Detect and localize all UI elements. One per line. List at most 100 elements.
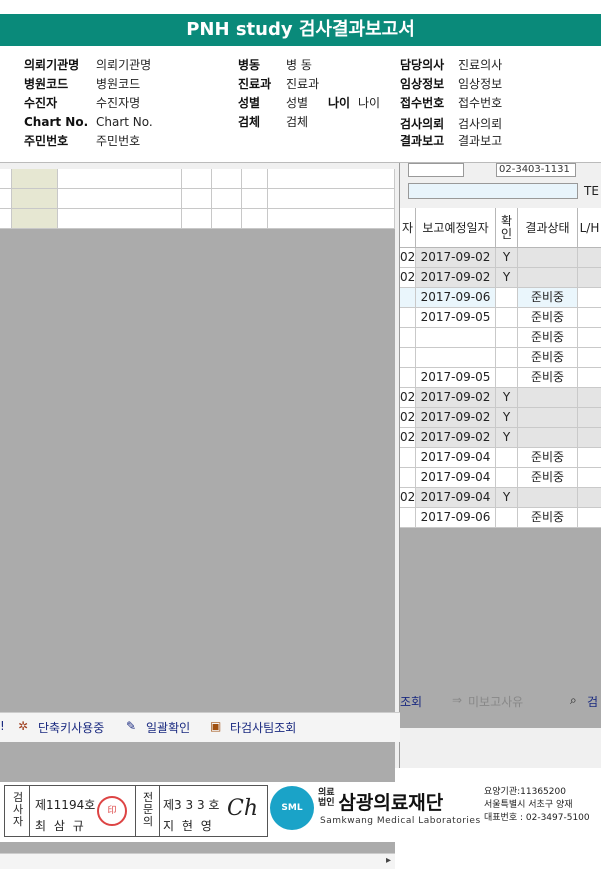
unreported-icon: ⇒ (452, 693, 463, 707)
search-button[interactable]: 검 (587, 693, 598, 710)
info-sex: 성별 성별 나이 나이 (238, 96, 381, 110)
table-row[interactable]: 02 2017-09-02 Y (400, 388, 601, 408)
cell-confirm: Y (496, 268, 518, 288)
org-name-block: 의료 법인 삼광의료재단 Samkwang Medical Laboratorie… (318, 788, 480, 826)
table-row[interactable]: 2017-09-04 준비중 (400, 468, 601, 488)
cell-lh (578, 408, 601, 428)
table-row[interactable]: 02 2017-09-04 Y (400, 488, 601, 508)
cell-lh (578, 508, 601, 528)
table-row[interactable]: 준비중 (400, 328, 601, 348)
horizontal-scrollbar[interactable]: ▸ (0, 853, 395, 869)
phone-field[interactable]: 02-3403-1131 (496, 163, 576, 177)
tel-field[interactable] (408, 183, 578, 199)
lookup-button[interactable]: 조회 (400, 693, 422, 710)
cell-confirm (496, 308, 518, 328)
tel-label: TE (584, 184, 599, 198)
cell-status: 준비중 (518, 288, 578, 308)
cell-confirm (496, 368, 518, 388)
table-row[interactable]: 02 2017-09-02 Y (400, 248, 601, 268)
patient-info-panel: 의뢰기관명 의뢰기관명 병원코드 병원코드 수진자 수진자명 Chart No. Cha… (0, 52, 601, 162)
cell-confirm: Y (496, 388, 518, 408)
table-row[interactable]: 2017-09-05 준비중 (400, 368, 601, 388)
info-institution: 의뢰기관명 의뢰기관명 (24, 58, 152, 72)
cell-prefix: 02 (400, 248, 416, 268)
right-grid-window: 02-3403-1131 TE 자 보고예정일자 확인 결과상태 L/H 02 2… (400, 163, 601, 768)
col-status: 결과상태 (518, 208, 578, 248)
cell-report-date: 2017-09-02 (416, 388, 496, 408)
cell-lh (578, 268, 601, 288)
cell-confirm (496, 328, 518, 348)
table-row[interactable]: 2017-09-06 준비중 (400, 288, 601, 308)
magnifier-icon: ⌕ (570, 693, 577, 707)
batch-confirm-icon: ✎ (126, 719, 137, 733)
cell-prefix (400, 328, 416, 348)
cell-lh (578, 288, 601, 308)
table-row[interactable]: 2017-09-05 준비중 (400, 308, 601, 328)
cell-prefix (400, 348, 416, 368)
cell-status: 준비중 (518, 448, 578, 468)
table-row[interactable]: 02 2017-09-02 Y (400, 268, 601, 288)
table-row[interactable]: 02 2017-09-02 Y (400, 408, 601, 428)
info-patient: 수진자 수진자명 (24, 96, 141, 110)
unreported-reason-button[interactable]: 미보고사유 (468, 693, 523, 710)
shortcut-button[interactable]: 단축키사용중 (38, 719, 104, 736)
cell-status: 준비중 (518, 348, 578, 368)
info-department: 진료과 진료과 (238, 77, 320, 91)
cell-confirm: Y (496, 428, 518, 448)
cell-status (518, 268, 578, 288)
col-confirm: 확인 (496, 208, 518, 248)
sml-logo-icon: SML (270, 786, 314, 830)
table-row[interactable]: 준비중 (400, 348, 601, 368)
cell-lh (578, 488, 601, 508)
cell-confirm (496, 468, 518, 488)
cell-lh (578, 428, 601, 448)
cell-status (518, 488, 578, 508)
cell-confirm (496, 288, 518, 308)
cell-confirm (496, 348, 518, 368)
cell-report-date: 2017-09-04 (416, 448, 496, 468)
cell-confirm: Y (496, 248, 518, 268)
cell-report-date: 2017-09-02 (416, 408, 496, 428)
org-name: 삼광의료재단 (338, 792, 444, 814)
batch-confirm-button[interactable]: 일괄확인 (146, 719, 190, 736)
cell-prefix: 02 (400, 428, 416, 448)
cell-prefix: 02 (400, 268, 416, 288)
seal-stamp-icon: 印 (97, 796, 127, 826)
cell-report-date: 2017-09-06 (416, 508, 496, 528)
table-row[interactable]: 02 2017-09-02 Y (400, 428, 601, 448)
cell-prefix (400, 308, 416, 328)
org-name-en: Samkwang Medical Laboratories (320, 816, 481, 826)
left-grid-empty-area (0, 229, 395, 853)
cell-report-date: 2017-09-02 (416, 428, 496, 448)
cell-status: 준비중 (518, 508, 578, 528)
col-prefix: 자 (400, 208, 416, 248)
small-field[interactable] (408, 163, 464, 177)
cell-lh (578, 368, 601, 388)
cell-lh (578, 308, 601, 328)
cell-report-date: 2017-09-02 (416, 248, 496, 268)
cell-report-date: 2017-09-04 (416, 488, 496, 508)
cell-lh (578, 388, 601, 408)
footer: 검사자 제11194호 최 삼 규 印 전문의 제3 3 3 호 지 현 영 C… (0, 782, 601, 842)
cell-prefix (400, 448, 416, 468)
cell-prefix (400, 508, 416, 528)
cell-report-date: 2017-09-05 (416, 308, 496, 328)
table-row[interactable]: 2017-09-04 준비중 (400, 448, 601, 468)
cell-report-date (416, 348, 496, 368)
table-row[interactable]: 2017-09-06 준비중 (400, 508, 601, 528)
cell-status (518, 388, 578, 408)
inspector-name: 최 삼 규 (35, 819, 86, 833)
cell-status (518, 428, 578, 448)
cell-report-date: 2017-09-02 (416, 268, 496, 288)
cell-confirm (496, 508, 518, 528)
cell-report-date: 2017-09-06 (416, 288, 496, 308)
cell-prefix (400, 468, 416, 488)
right-top-fields: 02-3403-1131 TE (400, 163, 601, 203)
info-doctor: 담당의사 진료의사 (400, 58, 503, 72)
info-chart-no: Chart No. Chart No. (24, 115, 153, 129)
cell-status: 준비중 (518, 308, 578, 328)
info-specimen: 검체 검체 (238, 115, 309, 129)
scroll-right-icon[interactable]: ▸ (386, 855, 391, 866)
other-team-button[interactable]: 타검사팀조회 (230, 719, 296, 736)
inspector-label: 검사자 (12, 791, 24, 828)
